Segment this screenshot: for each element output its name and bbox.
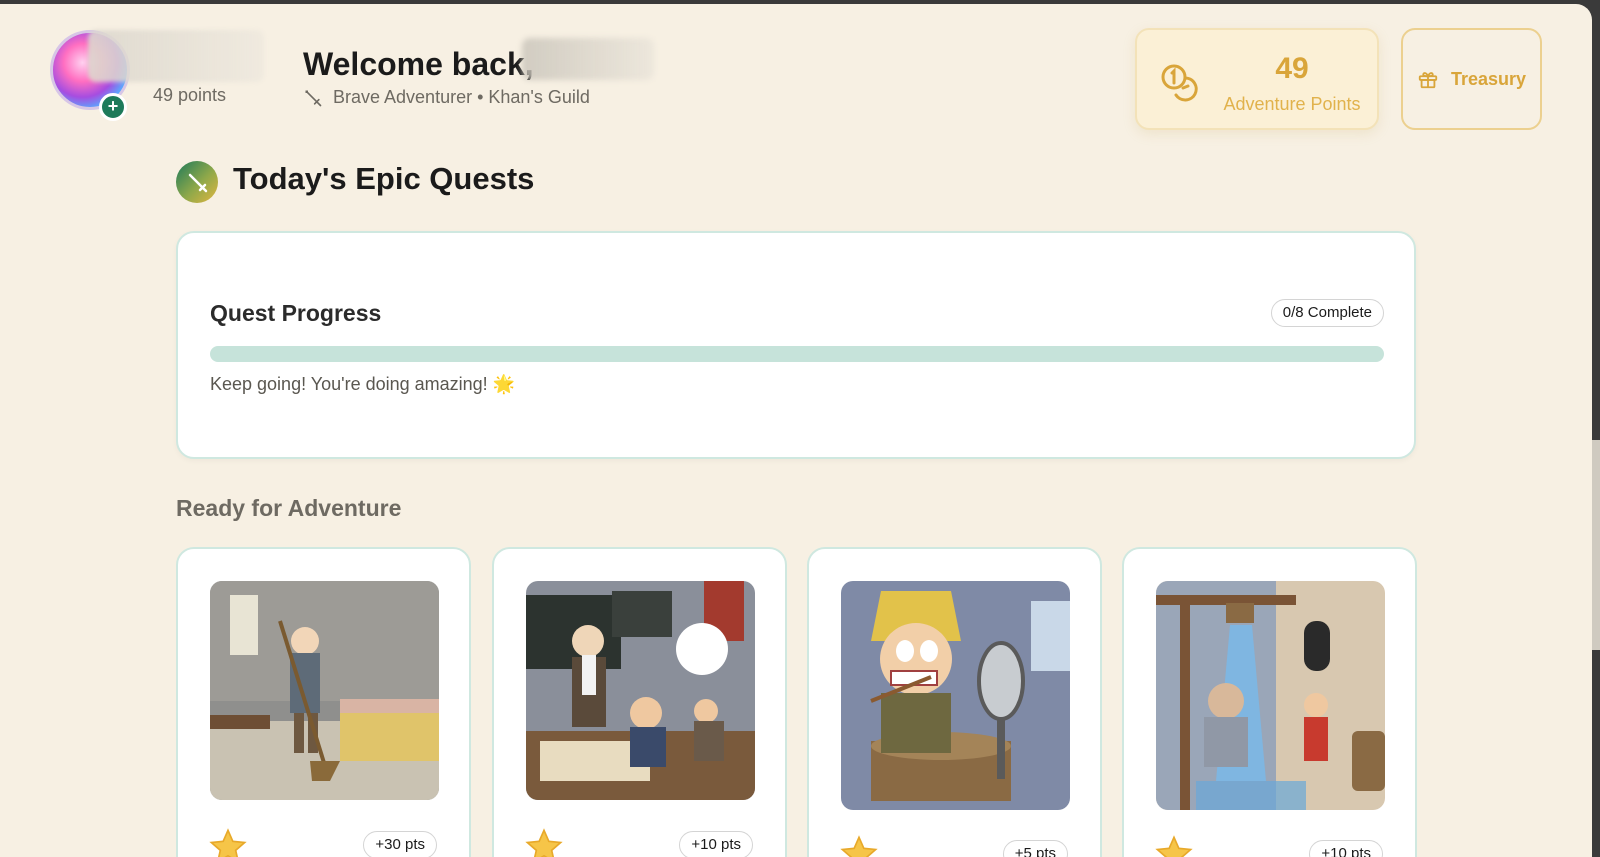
quest-sword-icon <box>176 161 218 203</box>
quest-card[interactable]: +5 pts <box>807 547 1102 857</box>
welcome-heading: Welcome back, <box>303 46 534 82</box>
quest-progress-bar <box>210 346 1384 362</box>
user-rank: Brave Adventurer • Khan's Guild <box>303 87 590 108</box>
treasury-button[interactable]: Treasury <box>1401 28 1542 130</box>
ready-for-adventure-heading: Ready for Adventure <box>176 495 402 521</box>
quest-points-badge: +10 pts <box>1309 840 1383 857</box>
coins-icon <box>1161 64 1198 102</box>
quests-title: Today's Epic Quests <box>233 161 535 196</box>
quest-points-badge: +10 pts <box>679 831 753 857</box>
user-rank-text: Brave Adventurer • Khan's Guild <box>333 87 590 107</box>
quest-progress-badge: 0/8 Complete <box>1270 299 1384 327</box>
quest-card[interactable]: +30 pts <box>176 547 471 857</box>
quest-progress-message: Keep going! You're doing amazing! 🌟 <box>210 374 516 394</box>
sword-icon <box>305 90 322 106</box>
window-edge <box>1592 0 1600 857</box>
quest-card[interactable]: +10 pts <box>1122 547 1417 857</box>
quest-image-homework <box>526 581 755 800</box>
treasury-label: Treasury <box>1450 68 1527 89</box>
gift-icon <box>1418 72 1438 89</box>
adventure-points-value: 49 <box>1275 52 1309 85</box>
quest-points-badge: +5 pts <box>1002 840 1068 857</box>
quest-card[interactable]: +10 pts <box>492 547 787 857</box>
quest-progress-title: Quest Progress <box>210 300 382 326</box>
app-window: + 49 points Welcome back, Brave Adventur… <box>0 4 1592 857</box>
adventure-points-label: Adventure Points <box>1223 94 1361 114</box>
welcome-name-redacted <box>522 38 654 80</box>
adventure-points-card: 49 Adventure Points <box>1135 28 1379 130</box>
star-icon <box>840 835 878 857</box>
quest-image-shower <box>1156 581 1385 810</box>
scrollbar-thumb[interactable] <box>1592 440 1600 650</box>
add-avatar-button[interactable]: + <box>99 93 127 121</box>
quest-image-teeth <box>841 581 1070 810</box>
quest-points-badge: +30 pts <box>363 831 437 857</box>
star-icon <box>525 828 563 857</box>
quest-progress-card: Quest Progress 0/8 Complete Keep going! … <box>176 231 1416 459</box>
user-points-label: 49 points <box>153 85 227 105</box>
star-icon <box>1155 835 1193 857</box>
star-icon <box>209 828 247 857</box>
quest-image-sweeping <box>210 581 439 800</box>
user-name-redacted <box>88 30 264 82</box>
